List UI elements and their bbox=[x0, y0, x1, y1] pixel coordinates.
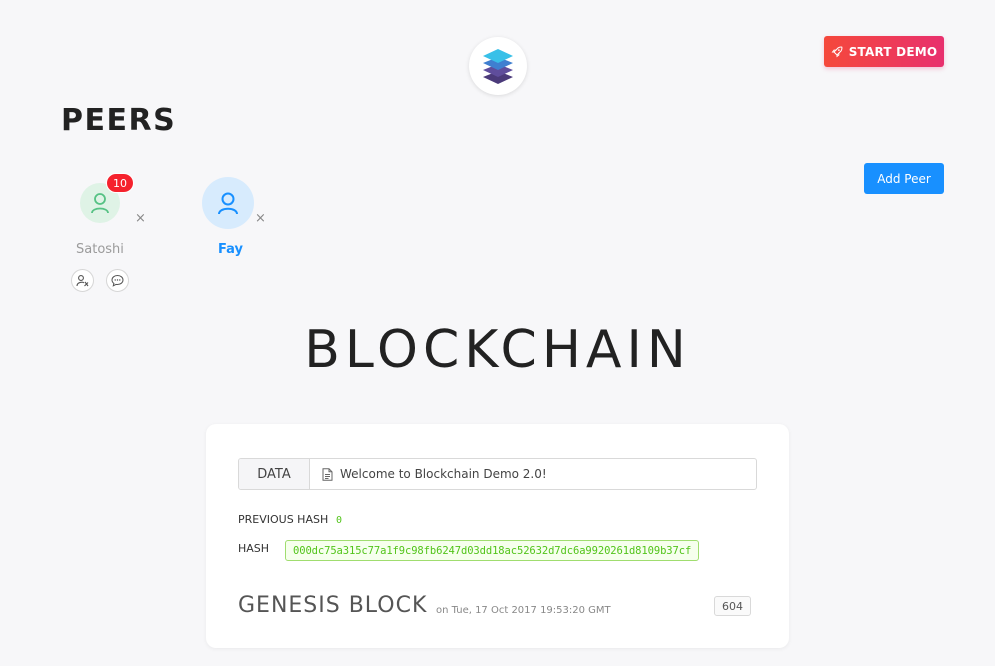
data-field[interactable]: DATA Welcome to Blockchain Demo 2.0! bbox=[238, 458, 757, 490]
remove-peer-icon[interactable]: × bbox=[135, 211, 146, 226]
message-icon bbox=[111, 274, 124, 287]
peer-name-active: Fay bbox=[218, 242, 243, 257]
peer-fay[interactable] bbox=[198, 175, 258, 229]
rocket-icon bbox=[831, 46, 843, 57]
app-logo bbox=[469, 37, 527, 95]
peer-name: Satoshi bbox=[76, 242, 124, 257]
user-icon bbox=[91, 193, 109, 214]
start-demo-label: START DEMO bbox=[848, 44, 938, 59]
hash-label: HASH bbox=[238, 542, 270, 555]
message-button[interactable] bbox=[106, 269, 129, 292]
blockchain-title: BLOCKCHAIN bbox=[304, 320, 691, 380]
block-timestamp: on Tue, 17 Oct 2017 19:53:20 GMT bbox=[436, 605, 611, 616]
previous-hash-value: 0 bbox=[336, 515, 343, 526]
nonce-badge: 604 bbox=[714, 596, 751, 616]
data-label: DATA bbox=[239, 459, 310, 489]
previous-hash-label: PREVIOUS HASH bbox=[238, 513, 329, 526]
file-text-icon bbox=[322, 467, 333, 481]
start-demo-button[interactable]: START DEMO bbox=[824, 36, 944, 67]
remove-peer-icon[interactable]: × bbox=[255, 211, 266, 226]
mine-icon bbox=[76, 275, 89, 287]
block-name: GENESIS BLOCK bbox=[238, 593, 428, 618]
layers-stack-icon bbox=[483, 49, 513, 84]
peers-title: PEERS bbox=[61, 103, 177, 138]
user-icon bbox=[218, 192, 238, 215]
unread-badge: 10 bbox=[106, 173, 134, 193]
block-card: DATA Welcome to Blockchain Demo 2.0! PRE… bbox=[206, 424, 789, 648]
data-value: Welcome to Blockchain Demo 2.0! bbox=[340, 467, 547, 481]
add-peer-button[interactable]: Add Peer bbox=[864, 163, 944, 194]
data-input[interactable]: Welcome to Blockchain Demo 2.0! bbox=[310, 459, 756, 489]
mine-button[interactable] bbox=[71, 269, 94, 292]
hash-value: 000dc75a315c77a1f9c98fb6247d03dd18ac5263… bbox=[285, 540, 700, 561]
avatar[interactable] bbox=[202, 177, 254, 229]
